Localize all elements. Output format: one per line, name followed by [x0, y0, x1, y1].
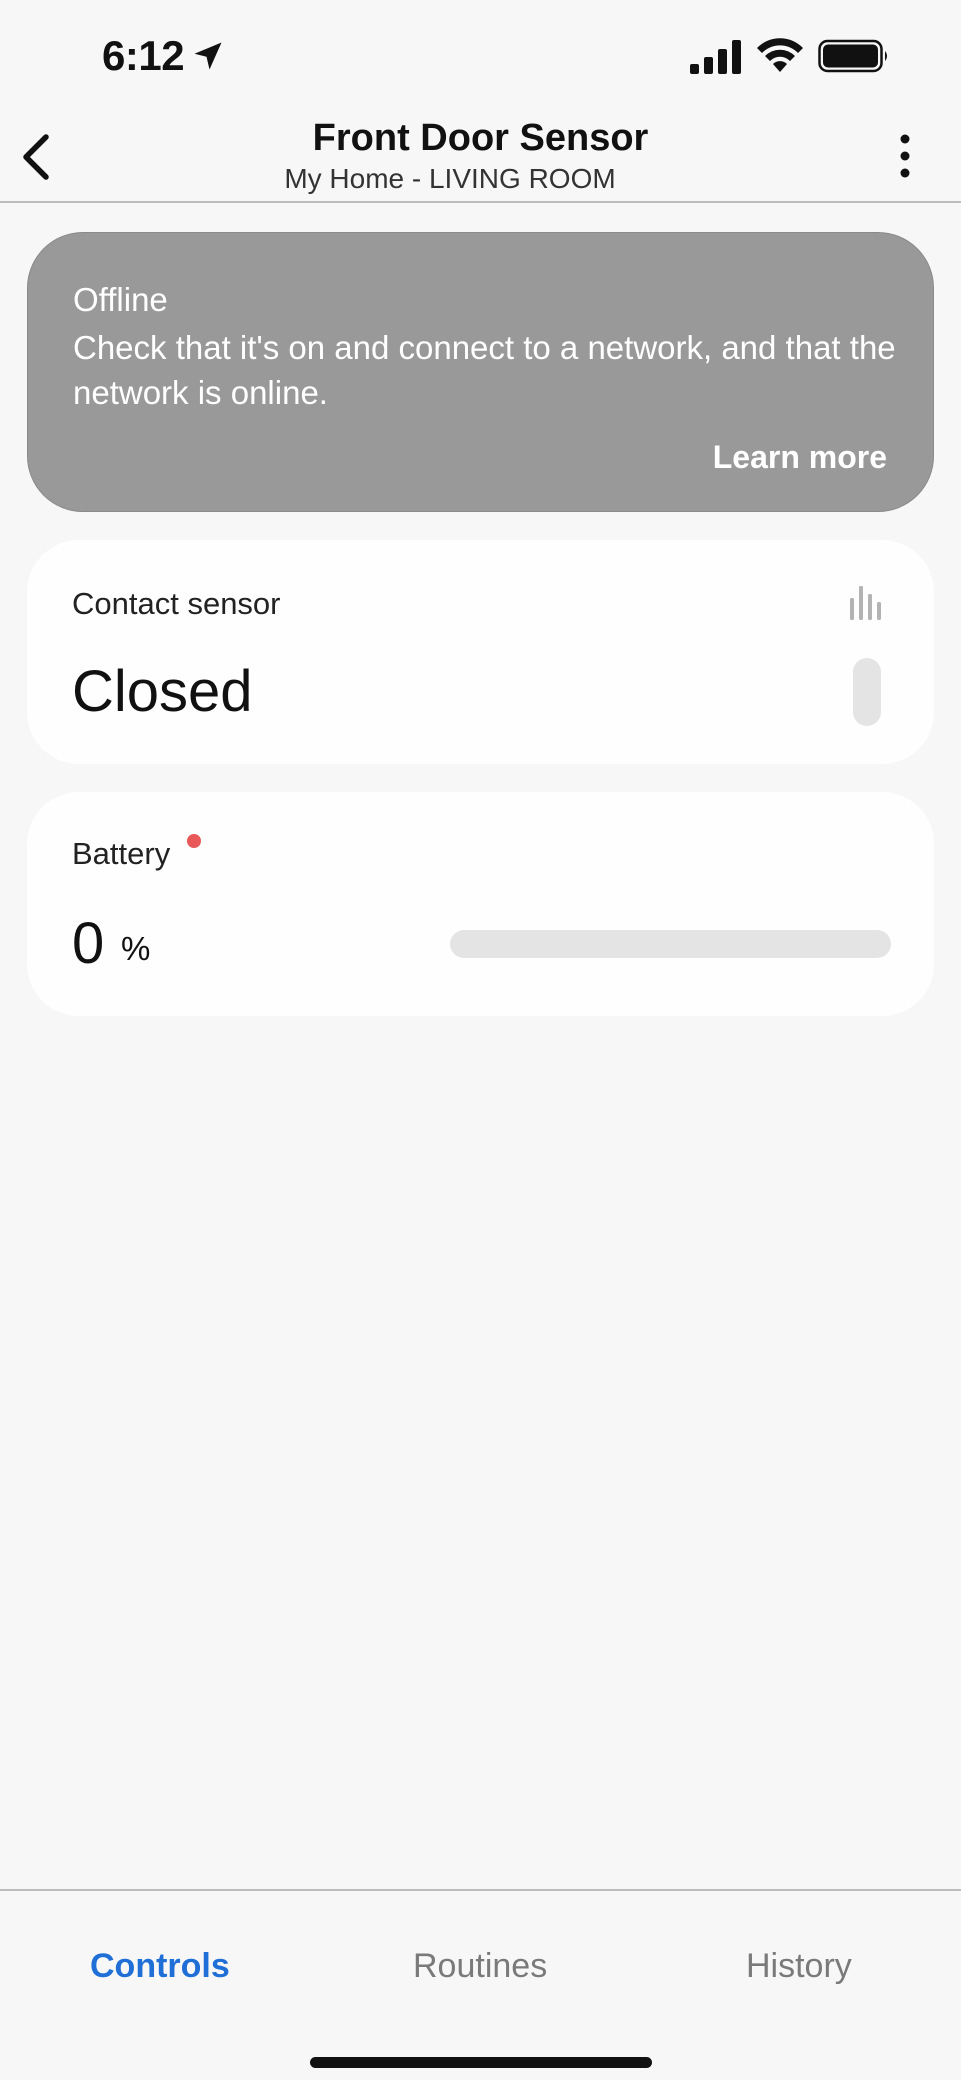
tab-controls[interactable]: Controls — [90, 1947, 230, 1986]
page-subtitle: My Home - LIVING ROOM — [284, 163, 616, 194]
tab-history[interactable]: History — [746, 1947, 852, 1986]
learn-more-link[interactable]: Learn more — [713, 439, 887, 476]
battery-card[interactable]: Battery 0 % — [27, 792, 934, 1016]
status-bar: 6:12 — [0, 0, 961, 115]
bottom-nav: Controls Routines History — [0, 1889, 961, 2080]
offline-banner: Offline Check that it's on and connect t… — [27, 232, 934, 512]
contact-sensor-value: Closed — [72, 659, 253, 724]
battery-value: 0 — [72, 911, 105, 976]
battery-status-icon — [818, 39, 887, 73]
contact-sensor-label: Contact sensor — [72, 586, 281, 621]
wifi-icon — [757, 38, 803, 72]
battery-label: Battery — [72, 836, 171, 871]
contact-sensor-indicator — [853, 658, 881, 726]
location-arrow-icon — [194, 42, 222, 70]
offline-message: Check that it's on and connect to a netw… — [73, 329, 896, 411]
status-time: 6:12 — [102, 32, 185, 79]
more-options-icon[interactable] — [890, 131, 920, 181]
battery-alert-dot — [187, 834, 201, 848]
battery-level-bar — [450, 930, 891, 958]
device-detail-screen: 6:12 Front Door Sensor My Home - LIVING … — [0, 0, 961, 2080]
cellular-signal-icon — [690, 40, 741, 74]
offline-title: Offline — [73, 281, 168, 318]
contact-sensor-card[interactable]: Contact sensor Closed — [27, 540, 934, 764]
battery-unit: % — [121, 930, 151, 967]
page-title: Front Door Sensor — [312, 117, 649, 159]
app-header: Front Door Sensor My Home - LIVING ROOM — [0, 115, 961, 203]
history-chart-icon[interactable] — [849, 584, 883, 620]
tab-routines[interactable]: Routines — [413, 1947, 547, 1986]
home-indicator — [310, 2057, 652, 2068]
